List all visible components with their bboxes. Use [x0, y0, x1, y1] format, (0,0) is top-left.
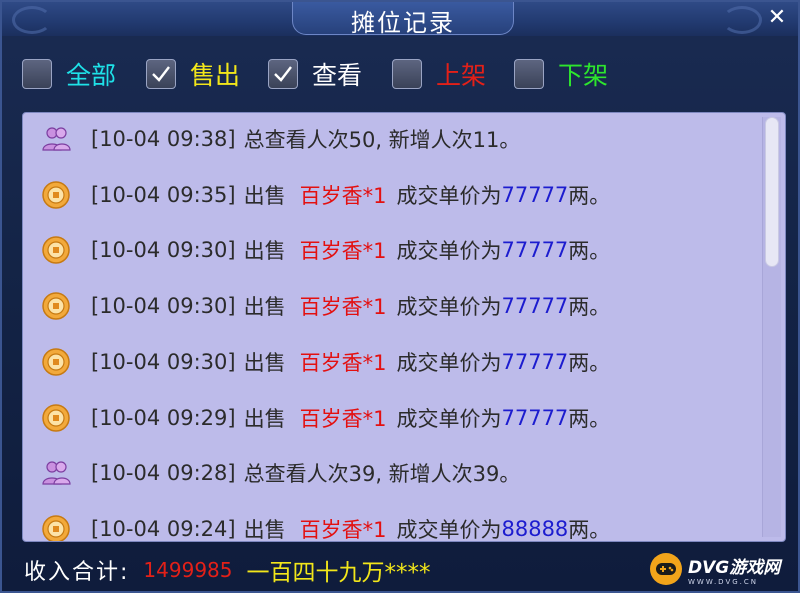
record-item: 百岁香*1 [299, 517, 387, 542]
record-time: [10-04 09:30] [91, 238, 236, 263]
coin-icon [42, 236, 70, 265]
record-action: 出售 [243, 295, 286, 320]
record-time: [10-04 09:35] [91, 182, 236, 207]
record-row: [10-04 09:30] 出售 百岁香*1 成交单价为 77777 两。 [41, 286, 610, 326]
filter-label: 全部 [66, 61, 117, 90]
filter-3[interactable]: 上架 [392, 56, 486, 92]
coin-icon [42, 292, 70, 320]
record-time: [10-04 09:28] [91, 461, 236, 486]
record-price-suffix: 两。 [568, 350, 611, 375]
record-price-suffix: 两。 [568, 183, 611, 208]
watermark-domain: WWW.DVG.CN [688, 577, 759, 586]
record-time: [10-04 09:38] [91, 127, 236, 151]
filter-label: 上架 [436, 61, 487, 90]
record-row: [10-04 09:28] 总查看人次39, 新增人次39。 [41, 453, 520, 493]
filter-0[interactable]: 全部 [22, 56, 116, 92]
record-action: 出售 [243, 517, 286, 542]
record-time: [10-04 09:24] [91, 516, 236, 541]
scrollbar[interactable] [762, 117, 781, 537]
record-price: 77777 [501, 238, 569, 263]
record-price-prefix: 成交单价为 [396, 350, 502, 375]
record-action: 出售 [243, 239, 286, 264]
filter-checkbox[interactable] [514, 59, 544, 89]
income-total: 收入合计: 1499985 一百四十九万**** [24, 555, 431, 586]
record-time: [10-04 09:30] [91, 349, 236, 374]
record-item: 百岁香*1 [299, 350, 387, 375]
stall-records-window: 摊位记录 ✕ 全部 售出 查看 上架 下架 [10-04 09:38] 总查看人次50, … [0, 0, 800, 593]
close-icon[interactable]: ✕ [764, 5, 790, 31]
coin-icon [42, 515, 70, 541]
record-row: [10-04 09:24] 出售 百岁香*1 成交单价为 88888 两。 [41, 509, 611, 542]
record-text: 总查看人次39, 新增人次39。 [243, 462, 521, 487]
filter-1[interactable]: 售出 [146, 56, 240, 92]
income-total-amount: 1499985 [143, 558, 233, 582]
record-list[interactable]: [10-04 09:38] 总查看人次50, 新增人次11。 [10-04 09:3… [22, 112, 786, 542]
coin-icon [42, 180, 70, 209]
record-row: [10-04 09:38] 总查看人次50, 新增人次11。 [41, 119, 520, 159]
coin-icon [42, 403, 70, 432]
filter-row: 全部 售出 查看 上架 下架 [22, 56, 782, 92]
record-action: 出售 [243, 406, 286, 431]
record-price: 88888 [501, 516, 569, 541]
record-price: 77777 [501, 182, 569, 207]
record-price: 77777 [501, 294, 569, 319]
filter-checkbox[interactable] [22, 59, 52, 89]
coin-icon [42, 348, 70, 376]
title-bar: 摊位记录 ✕ [2, 2, 798, 37]
filter-checkbox[interactable] [146, 59, 176, 89]
record-item: 百岁香*1 [299, 239, 387, 264]
record-row: [10-04 09:30] 出售 百岁香*1 成交单价为 77777 两。 [41, 342, 610, 382]
filter-label: 下架 [558, 61, 609, 90]
record-row: [10-04 09:35] 出售 百岁香*1 成交单价为 77777 两。 [41, 175, 610, 215]
record-price-suffix: 两。 [568, 239, 611, 264]
window-title: 摊位记录 [351, 9, 455, 37]
filter-checkbox[interactable] [392, 59, 422, 89]
filter-4[interactable]: 下架 [514, 56, 608, 92]
record-action: 出售 [243, 350, 286, 375]
record-text: 总查看人次50, 新增人次11。 [243, 128, 521, 152]
filter-label: 查看 [312, 61, 363, 90]
ornament-swirl-icon [722, 6, 762, 34]
watermark: DVG游戏网 WWW.DVG.CN [650, 547, 798, 591]
record-action: 出售 [243, 183, 286, 208]
record-price-prefix: 成交单价为 [396, 183, 502, 208]
record-row: [10-04 09:29] 出售 百岁香*1 成交单价为 77777 两。 [41, 398, 610, 438]
record-price-prefix: 成交单价为 [396, 517, 502, 542]
record-price-prefix: 成交单价为 [396, 239, 502, 264]
filter-2[interactable]: 查看 [268, 56, 362, 92]
record-item: 百岁香*1 [299, 183, 387, 208]
filter-label: 售出 [190, 61, 241, 90]
record-row: [10-04 09:30] 出售 百岁香*1 成交单价为 77777 两。 [41, 230, 610, 270]
record-price-suffix: 两。 [568, 406, 611, 431]
record-item: 百岁香*1 [299, 406, 387, 431]
income-total-words: 一百四十九万**** [246, 560, 431, 586]
checkmark-icon [152, 66, 170, 82]
income-total-label: 收入合计: [24, 560, 130, 585]
record-price-prefix: 成交单价为 [396, 406, 502, 431]
visitors-icon [42, 127, 71, 151]
record-time: [10-04 09:29] [91, 405, 236, 430]
record-price: 77777 [501, 405, 569, 430]
visitors-icon [42, 461, 71, 485]
record-price-suffix: 两。 [568, 295, 611, 320]
scrollbar-thumb[interactable] [765, 117, 779, 267]
record-price-prefix: 成交单价为 [396, 295, 502, 320]
record-item: 百岁香*1 [299, 295, 387, 320]
record-price-suffix: 两。 [568, 517, 611, 542]
record-time: [10-04 09:30] [91, 294, 236, 319]
checkmark-icon [274, 66, 292, 82]
gamepad-logo-icon [650, 553, 682, 585]
title-tab: 摊位记录 [292, 2, 514, 37]
filter-checkbox[interactable] [268, 59, 298, 89]
record-price: 77777 [501, 349, 569, 374]
watermark-name: DVG游戏网 [688, 557, 781, 578]
ornament-swirl-icon [12, 6, 52, 34]
